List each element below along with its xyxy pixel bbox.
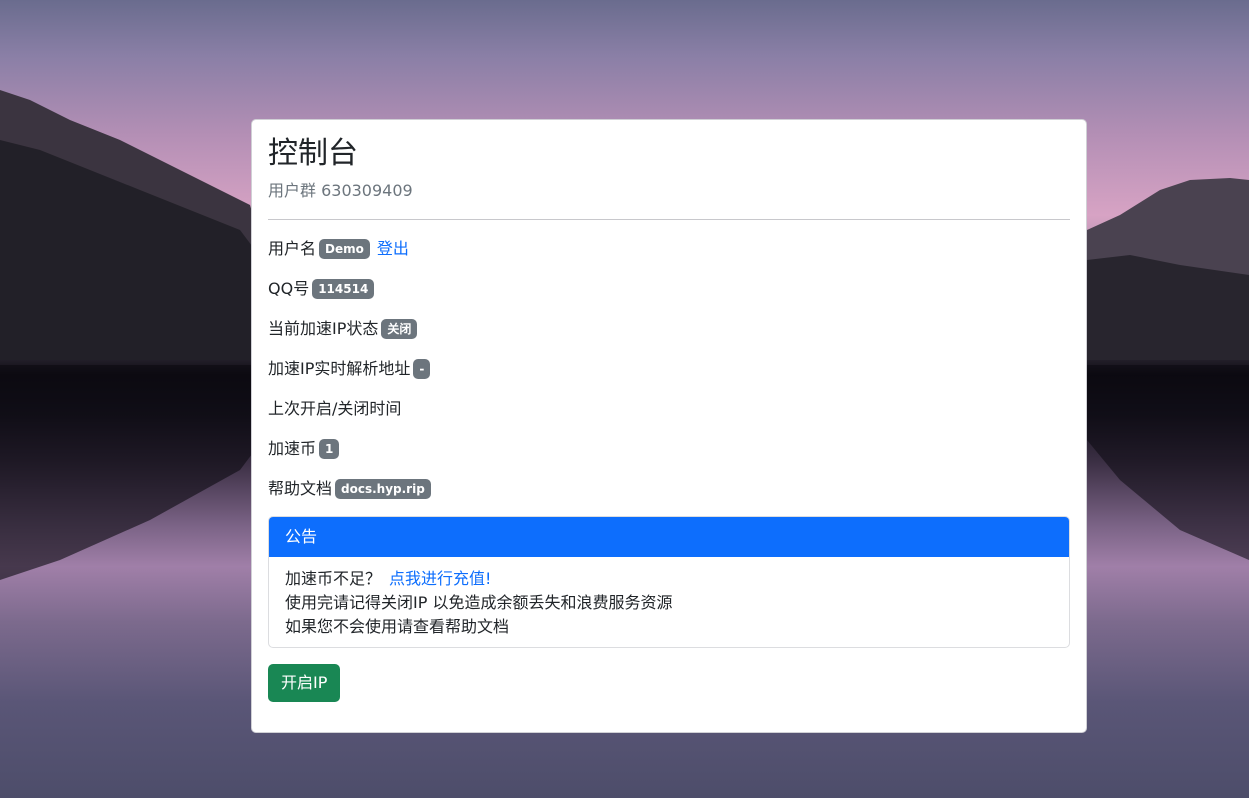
qq-badge: 114514: [312, 279, 375, 299]
username-badge: Demo: [319, 239, 370, 259]
ip-status-badge: 关闭: [381, 319, 418, 339]
info-list: 用户名 Demo 登出 QQ号 114514 当前加速IP状态 关闭 加速IP实…: [268, 238, 1070, 500]
ip-status-row: 当前加速IP状态 关闭: [268, 318, 1070, 340]
logout-link[interactable]: 登出: [377, 238, 409, 260]
docs-row: 帮助文档 docs.hyp.rip: [268, 478, 1070, 500]
coins-row: 加速币 1: [268, 438, 1070, 460]
coins-label: 加速币: [268, 439, 317, 458]
console-card: 控制台 用户群 630309409 用户名 Demo 登出 QQ号 114514…: [251, 119, 1087, 733]
notice-header: 公告: [269, 517, 1069, 557]
notice-panel: 公告 加速币不足？ 点我进行充值! 使用完请记得关闭IP 以免造成余额丢失和浪费服…: [268, 516, 1070, 648]
docs-badge[interactable]: docs.hyp.rip: [335, 479, 431, 499]
last-toggle-row: 上次开启/关闭时间: [268, 398, 1070, 420]
resolve-address-row: 加速IP实时解析地址 -: [268, 358, 1070, 380]
notice-line-reminder: 使用完请记得关闭IP 以免造成余额丢失和浪费服务资源: [285, 593, 673, 612]
user-group-subtitle: 用户群 630309409: [268, 181, 413, 200]
docs-label: 帮助文档: [268, 479, 333, 498]
notice-body: 加速币不足？ 点我进行充值! 使用完请记得关闭IP 以免造成余额丢失和浪费服务资源…: [269, 557, 1069, 647]
notice-recharge-text: 加速币不足？: [285, 569, 382, 588]
resolve-address-label: 加速IP实时解析地址: [268, 359, 411, 378]
divider: [268, 219, 1070, 220]
username-label: 用户名: [268, 239, 317, 258]
username-row: 用户名 Demo 登出: [268, 238, 1070, 260]
recharge-link[interactable]: 点我进行充值!: [389, 569, 491, 588]
coins-badge: 1: [319, 439, 340, 459]
left-reflection: [0, 365, 275, 580]
page-title: 控制台: [268, 136, 358, 171]
start-ip-button[interactable]: 开启IP: [268, 664, 341, 702]
notice-line-recharge: 加速币不足？ 点我进行充值!: [285, 567, 1053, 591]
last-toggle-label: 上次开启/关闭时间: [268, 399, 402, 418]
qq-row: QQ号 114514: [268, 278, 1070, 300]
qq-label: QQ号: [268, 279, 310, 298]
right-reflection: [1087, 365, 1249, 560]
ip-status-label: 当前加速IP状态: [268, 319, 379, 338]
notice-line-help: 如果您不会使用请查看帮助文档: [285, 617, 510, 636]
resolve-address-badge: -: [413, 359, 431, 379]
